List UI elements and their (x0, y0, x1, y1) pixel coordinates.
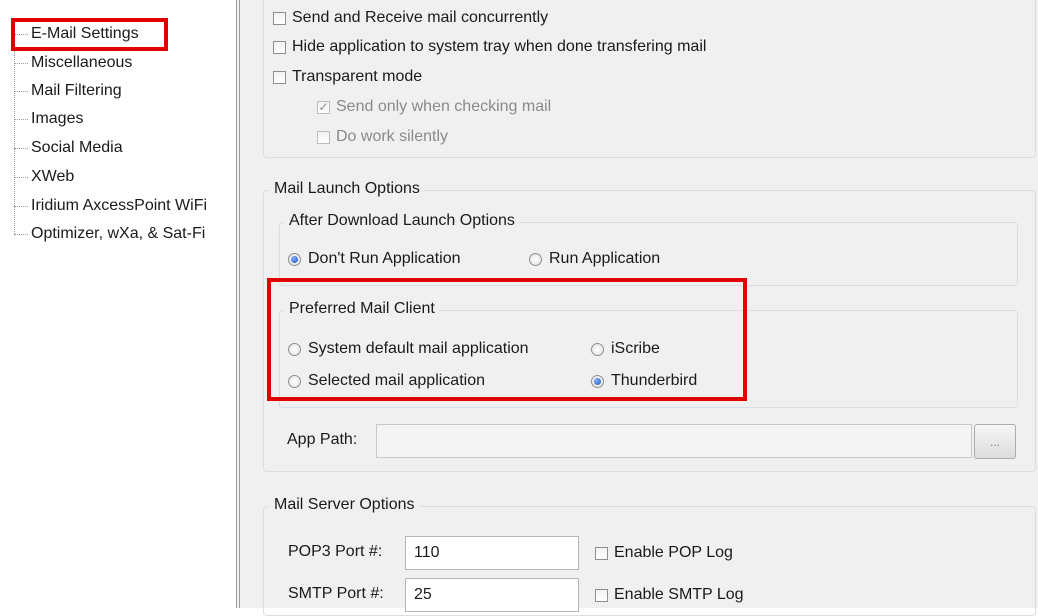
checkbox-label: Do work silently (336, 128, 449, 145)
tree-item-label: Iridium AxcessPoint WiFi (31, 197, 208, 214)
checkbox-label: Send only when checking mail (336, 98, 552, 115)
tree-item-mail-filtering[interactable]: Mail Filtering (14, 78, 122, 104)
send-only-when-checking-checkbox[interactable]: ✓ Send only when checking mail (317, 98, 551, 116)
tree-item-label: Social Media (31, 139, 123, 156)
radio-circle (288, 252, 301, 266)
mail-launch-options-title: Mail Launch Options (270, 179, 424, 199)
tree-item-label: Miscellaneous (31, 54, 133, 71)
tree-item-label: Optimizer, wXa, & Sat-Fi (31, 225, 206, 242)
highlight-preferred-mail-client (267, 278, 747, 401)
dont-run-application-radio[interactable]: Don't Run Application (288, 250, 460, 268)
radio-label: Run Application (549, 250, 661, 267)
highlight-email-settings (11, 18, 168, 51)
tree-item-optimizer[interactable]: Optimizer, wXa, & Sat-Fi (14, 221, 205, 247)
browse-button[interactable]: ... (974, 424, 1016, 459)
pop3-port-input[interactable] (405, 536, 579, 570)
tree-item-label: Images (31, 110, 84, 127)
checkbox-box (273, 40, 286, 54)
checkbox-box (273, 11, 286, 25)
run-application-radio[interactable]: Run Application (529, 250, 660, 268)
checkbox-box (317, 130, 330, 144)
tree-item-xweb[interactable]: XWeb (14, 164, 74, 190)
hide-to-tray-checkbox[interactable]: Hide application to system tray when don… (273, 38, 706, 56)
transparent-mode-checkbox[interactable]: Transparent mode (273, 68, 422, 86)
tree-item-iridium-axcesspoint[interactable]: Iridium AxcessPoint WiFi (14, 193, 207, 219)
tree-item-social-media[interactable]: Social Media (14, 135, 123, 161)
pop3-port-label: POP3 Port #: (288, 543, 383, 560)
tree-item-images[interactable]: Images (14, 106, 83, 132)
checkbox-box (595, 588, 608, 602)
app-path-label: App Path: (287, 431, 358, 448)
radio-label: Don't Run Application (308, 250, 461, 267)
mail-server-options-title: Mail Server Options (270, 495, 419, 515)
settings-panel: Send and Receive mail concurrently Hide … (240, 0, 1038, 616)
enable-pop-log-checkbox[interactable]: Enable POP Log (595, 544, 733, 562)
checkbox-label: Enable POP Log (614, 544, 733, 561)
radio-selected-dot (291, 255, 298, 263)
enable-smtp-log-checkbox[interactable]: Enable SMTP Log (595, 586, 744, 604)
checkbox-label: Hide application to system tray when don… (292, 38, 707, 55)
tree-item-label: Mail Filtering (31, 82, 122, 99)
check-icon: ✓ (317, 100, 330, 114)
smtp-port-input[interactable] (405, 578, 579, 612)
checkbox-box (595, 546, 608, 560)
checkbox-label: Enable SMTP Log (614, 586, 744, 603)
after-download-title: After Download Launch Options (285, 211, 519, 231)
checkbox-box (273, 70, 286, 84)
do-work-silently-checkbox[interactable]: Do work silently (317, 128, 448, 146)
radio-circle (529, 252, 542, 266)
send-receive-concurrently-checkbox[interactable]: Send and Receive mail concurrently (273, 9, 548, 27)
app-path-input[interactable] (376, 424, 972, 458)
checkbox-label: Transparent mode (292, 68, 423, 85)
tree-item-label: XWeb (31, 168, 75, 185)
checkbox-label: Send and Receive mail concurrently (292, 9, 549, 26)
smtp-port-label: SMTP Port #: (288, 585, 384, 602)
tree-item-miscellaneous[interactable]: Miscellaneous (14, 50, 132, 76)
